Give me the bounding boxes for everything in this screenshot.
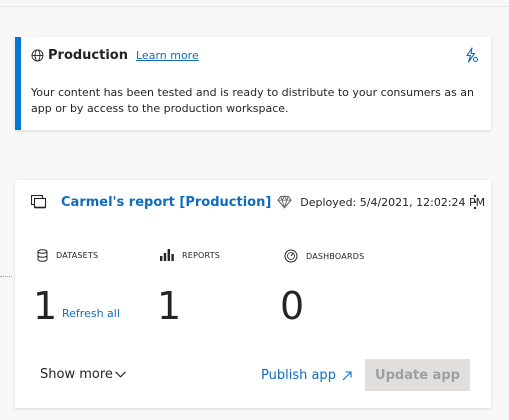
deployed-timestamp: Deployed: 5/4/2021, 12:02:24 PM: [300, 195, 486, 209]
report-pages-icon: [31, 195, 47, 209]
globe-icon: [31, 49, 44, 61]
accent-bar: [15, 37, 21, 130]
deployment-rules-icon[interactable]: [463, 47, 479, 63]
report-header: Carmel's report [Production] Deployed: 5…: [31, 193, 485, 211]
diamond-icon: [277, 195, 292, 209]
report-title-link[interactable]: Carmel's report [Production]: [61, 195, 271, 210]
update-app-button[interactable]: Update app: [365, 359, 470, 391]
external-arrow-icon: [342, 370, 352, 380]
publish-app-link[interactable]: Publish app: [261, 368, 352, 383]
production-header: Production Learn more: [31, 46, 199, 64]
reports-count: 1: [157, 284, 182, 328]
report-card: Carmel's report [Production] Deployed: 5…: [15, 180, 491, 408]
top-divider: [0, 6, 509, 7]
bar-chart-icon: [160, 249, 174, 261]
dashboards-label-text: DASHBOARDS: [306, 251, 365, 261]
reports-label: REPORTS: [160, 249, 220, 261]
gauge-icon: [284, 249, 298, 263]
dashboards-label: DASHBOARDS: [284, 249, 364, 263]
reports-label-text: REPORTS: [182, 250, 221, 260]
dotted-connector: [0, 276, 12, 278]
datasets-label: DATASETS: [37, 249, 98, 262]
database-icon: [37, 249, 48, 262]
refresh-all-link[interactable]: Refresh all: [62, 307, 120, 320]
production-title: Production: [48, 47, 128, 63]
production-stage-card: Production Learn more Your content has b…: [15, 37, 491, 130]
datasets-count: 1: [33, 284, 58, 328]
learn-more-link[interactable]: Learn more: [136, 49, 199, 62]
chevron-down-icon: [115, 371, 126, 378]
dashboards-count: 0: [280, 284, 305, 328]
datasets-label-text: DATASETS: [56, 251, 99, 260]
show-more-label: Show more: [40, 367, 113, 382]
show-more-button[interactable]: Show more: [40, 367, 126, 382]
production-description: Your content has been tested and is read…: [31, 86, 475, 115]
publish-app-label: Publish app: [261, 368, 336, 383]
more-options-icon[interactable]: [473, 194, 477, 210]
